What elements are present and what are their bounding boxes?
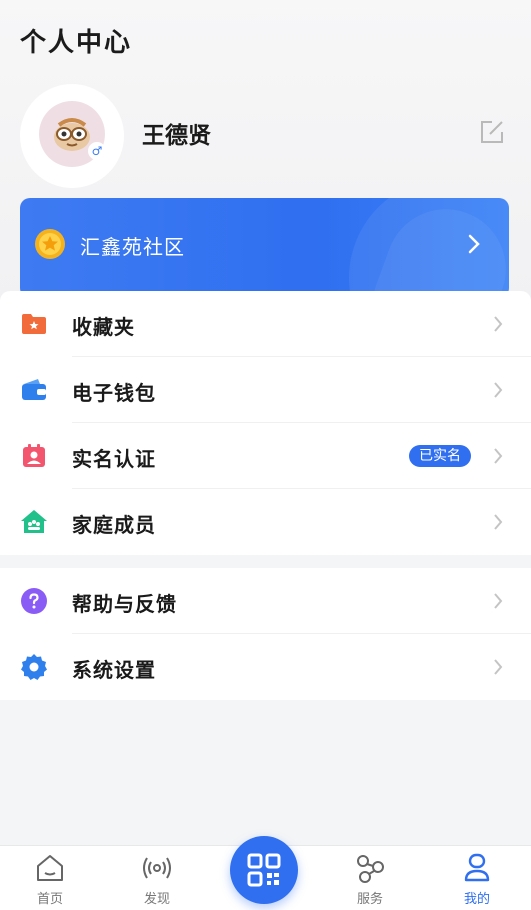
family-home-icon — [21, 510, 47, 533]
menu-item-family[interactable]: 家庭成员 — [0, 489, 531, 555]
chevron-right-icon — [494, 593, 503, 609]
tab-discover[interactable]: 发现 — [117, 846, 197, 910]
tab-label: 首页 — [36, 892, 63, 907]
chevron-right-icon — [494, 316, 503, 332]
menu-item-verification[interactable]: 实名认证 已实名 — [0, 423, 531, 489]
id-card-icon — [23, 444, 45, 467]
settings-icon — [21, 654, 47, 680]
edit-icon[interactable] — [478, 118, 506, 146]
wallet-icon — [22, 379, 46, 400]
tab-services[interactable]: 服务 — [330, 846, 410, 910]
menu-item-help[interactable]: 帮助与反馈 — [0, 568, 531, 634]
chevron-right-icon — [494, 514, 503, 530]
home-icon — [37, 855, 63, 881]
tab-home[interactable]: 首页 — [10, 846, 90, 910]
user-icon — [464, 853, 490, 882]
medal-icon — [35, 229, 65, 259]
qr-code-icon — [247, 853, 281, 887]
menu-group-secondary: 帮助与反馈 系统设置 — [0, 568, 531, 700]
menu-label: 家庭成员 — [72, 513, 156, 537]
menu-group-primary: 收藏夹 电子钱包 实名认证 已实名 家庭成员 — [0, 291, 531, 555]
tab-mine[interactable]: 我的 — [437, 846, 517, 910]
scan-qr-button[interactable] — [230, 836, 298, 904]
menu-label: 帮助与反馈 — [72, 592, 177, 616]
menu-label: 收藏夹 — [72, 315, 135, 339]
tab-label: 服务 — [356, 892, 383, 907]
menu-label: 电子钱包 — [72, 381, 156, 405]
tab-label: 发现 — [143, 892, 170, 907]
chevron-right-icon — [494, 659, 503, 675]
menu-item-wallet[interactable]: 电子钱包 — [0, 357, 531, 423]
page-title: 个人中心 — [20, 28, 133, 58]
tab-label: 我的 — [463, 892, 490, 907]
menu-label: 实名认证 — [72, 447, 156, 471]
folder-star-icon — [22, 314, 46, 334]
menu-item-favorites[interactable]: 收藏夹 — [0, 291, 531, 357]
services-icon — [357, 855, 384, 883]
broadcast-icon — [143, 857, 171, 879]
chevron-right-icon — [494, 448, 503, 464]
chevron-right-icon — [494, 382, 503, 398]
menu-label: 系统设置 — [72, 658, 156, 682]
community-name: 汇鑫苑社区 — [80, 235, 185, 259]
help-icon — [21, 588, 47, 614]
male-icon: ♂ — [88, 142, 106, 160]
avatar-frame[interactable] — [20, 84, 124, 188]
chevron-right-icon — [468, 234, 480, 254]
menu-item-settings[interactable]: 系统设置 — [0, 634, 531, 700]
verified-badge: 已实名 — [409, 445, 471, 467]
community-banner[interactable]: 汇鑫苑社区 — [20, 198, 509, 298]
user-name: 王德贤 — [142, 123, 211, 149]
